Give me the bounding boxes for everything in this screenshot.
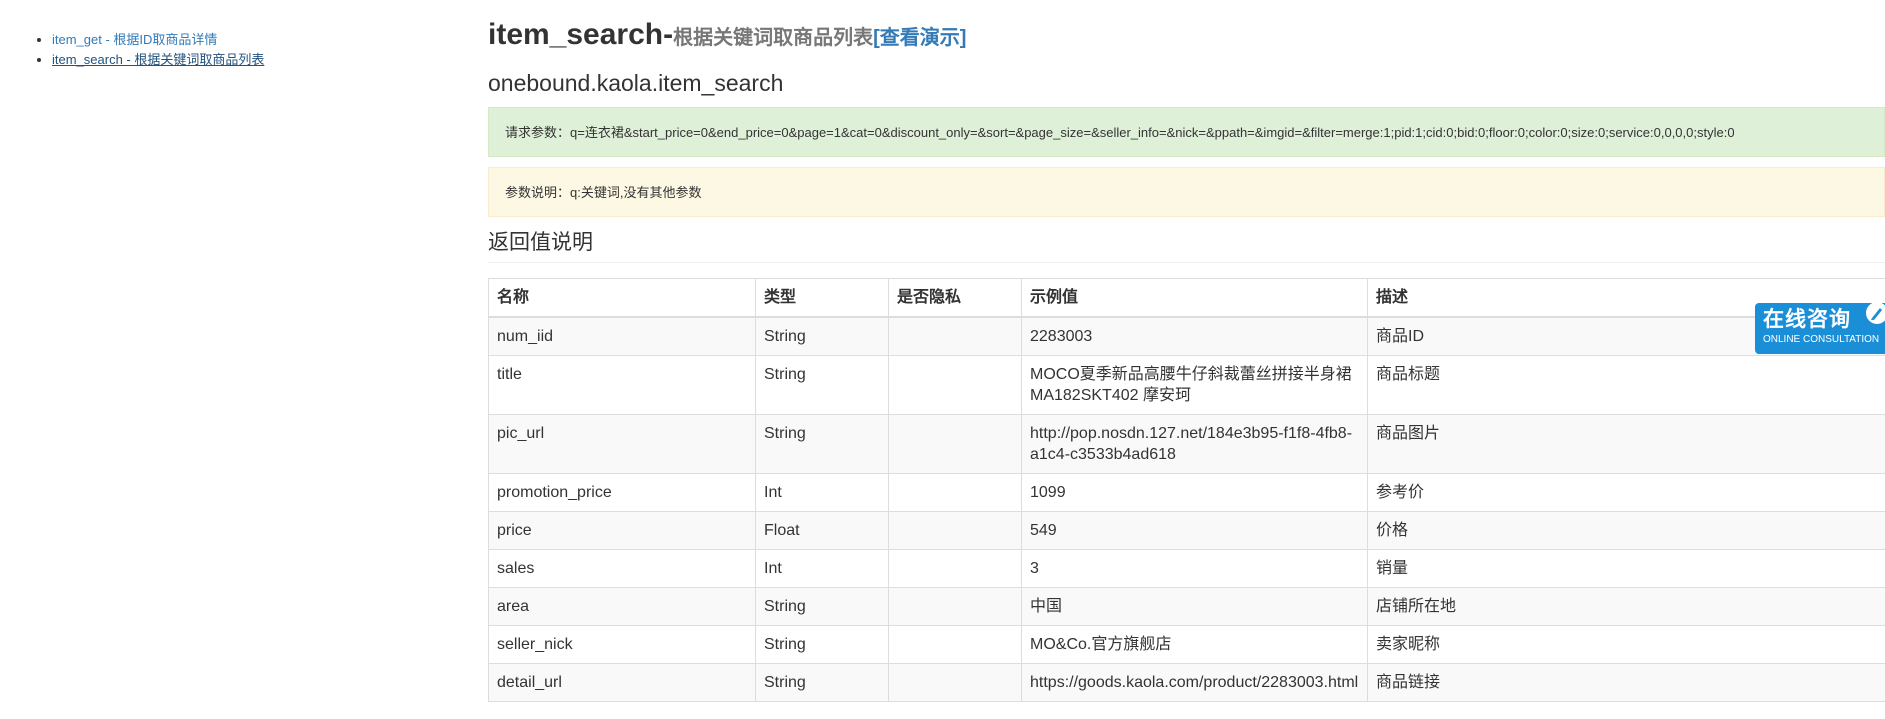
page-title: item_search-根据关键词取商品列表[查看演示] bbox=[488, 15, 966, 52]
cell-description: 商品链接 bbox=[1367, 663, 1885, 702]
cell-example: MO&Co.官方旗舰店 bbox=[1021, 625, 1368, 664]
param-notes-text: 参数说明：q:关键词,没有其他参数 bbox=[505, 185, 702, 200]
cell-name: detail_url bbox=[488, 663, 756, 702]
param-notes-box: 参数说明：q:关键词,没有其他参数 bbox=[488, 167, 1885, 217]
cell-private bbox=[888, 587, 1022, 626]
cell-name: seller_nick bbox=[488, 625, 756, 664]
cell-name: area bbox=[488, 587, 756, 626]
table-row: title String MOCO夏季新品高腰牛仔斜裁蕾丝拼接半身裙MA182S… bbox=[488, 355, 1885, 415]
cell-example: 3 bbox=[1021, 549, 1368, 588]
sidebar-item-item-get: item_get - 根据ID取商品详情 bbox=[52, 30, 454, 50]
cell-type: String bbox=[755, 587, 889, 626]
cell-description: 价格 bbox=[1367, 511, 1885, 550]
cell-description: 商品标题 bbox=[1367, 355, 1885, 415]
table-header-type: 类型 bbox=[755, 278, 889, 318]
table-row: detail_url String https://goods.kaola.co… bbox=[488, 663, 1885, 702]
sidebar-link-item-get[interactable]: item_get - 根据ID取商品详情 bbox=[52, 32, 217, 47]
cell-type: String bbox=[755, 316, 889, 356]
sidebar-list: item_get - 根据ID取商品详情 item_search - 根据关键词… bbox=[34, 30, 454, 70]
section-title-return-values: 返回值说明 bbox=[488, 226, 1885, 263]
cell-example: 549 bbox=[1021, 511, 1368, 550]
cell-private bbox=[888, 355, 1022, 415]
cell-private bbox=[888, 414, 1022, 474]
request-params-text: 请求参数：q=连衣裙&start_price=0&end_price=0&pag… bbox=[505, 125, 1735, 140]
cell-example: MOCO夏季新品高腰牛仔斜裁蕾丝拼接半身裙MA182SKT402 摩安珂 bbox=[1021, 355, 1368, 415]
cell-type: Int bbox=[755, 549, 889, 588]
cell-example: http://pop.nosdn.127.net/184e3b95-f1f8-4… bbox=[1021, 414, 1368, 474]
cell-example: 2283003 bbox=[1021, 316, 1368, 356]
table-row: promotion_price Int 1099 参考价 bbox=[488, 473, 1885, 512]
table-row: pic_url String http://pop.nosdn.127.net/… bbox=[488, 414, 1885, 474]
view-demo-link[interactable]: [查看演示] bbox=[873, 27, 966, 49]
cell-type: Int bbox=[755, 473, 889, 512]
cell-name: num_iid bbox=[488, 316, 756, 356]
sidebar-link-item-search[interactable]: item_search - 根据关键词取商品列表 bbox=[52, 52, 264, 67]
pen-icon bbox=[1866, 303, 1885, 324]
table-head: 名称 类型 是否隐私 示例值 描述 bbox=[488, 278, 1885, 318]
cell-name: promotion_price bbox=[488, 473, 756, 512]
table-row: price Float 549 价格 bbox=[488, 511, 1885, 550]
cell-example: 1099 bbox=[1021, 473, 1368, 512]
cell-type: String bbox=[755, 663, 889, 702]
cell-description: 店铺所在地 bbox=[1367, 587, 1885, 626]
table-row: num_iid String 2283003 商品ID bbox=[488, 316, 1885, 356]
table-header-row: 名称 类型 是否隐私 示例值 描述 bbox=[488, 278, 1885, 318]
cell-name: pic_url bbox=[488, 414, 756, 474]
sidebar-nav: item_get - 根据ID取商品详情 item_search - 根据关键词… bbox=[34, 30, 454, 70]
cell-private bbox=[888, 663, 1022, 702]
cell-private bbox=[888, 511, 1022, 550]
table-row: sales Int 3 销量 bbox=[488, 549, 1885, 588]
table-header-example: 示例值 bbox=[1021, 278, 1368, 318]
cell-description: 商品图片 bbox=[1367, 414, 1885, 474]
page-title-method: item_search- bbox=[488, 18, 674, 51]
cell-example: https://goods.kaola.com/product/2283003.… bbox=[1021, 663, 1368, 702]
table-row: seller_nick String MO&Co.官方旗舰店 卖家昵称 bbox=[488, 625, 1885, 664]
table-header-name: 名称 bbox=[488, 278, 756, 318]
cell-private bbox=[888, 549, 1022, 588]
cell-type: String bbox=[755, 355, 889, 415]
page-title-description: 根据关键词取商品列表 bbox=[673, 27, 874, 49]
cell-description: 销量 bbox=[1367, 549, 1885, 588]
consult-subtitle: ONLINE CONSULTATION bbox=[1763, 334, 1880, 345]
cell-type: Float bbox=[755, 511, 889, 550]
online-consultation-button[interactable]: 在线咨询 ONLINE CONSULTATION bbox=[1755, 303, 1885, 354]
cell-type: String bbox=[755, 625, 889, 664]
cell-name: sales bbox=[488, 549, 756, 588]
cell-example: 中国 bbox=[1021, 587, 1368, 626]
table-header-private: 是否隐私 bbox=[888, 278, 1022, 318]
cell-name: price bbox=[488, 511, 756, 550]
return-values-table: 名称 类型 是否隐私 示例值 描述 num_iid String 2283003… bbox=[488, 278, 1885, 702]
cell-private bbox=[888, 473, 1022, 512]
cell-private bbox=[888, 625, 1022, 664]
table-body: num_iid String 2283003 商品ID title String… bbox=[488, 316, 1885, 702]
request-params-box: 请求参数：q=连衣裙&start_price=0&end_price=0&pag… bbox=[488, 107, 1885, 157]
table-row: area String 中国 店铺所在地 bbox=[488, 587, 1885, 626]
cell-private bbox=[888, 316, 1022, 356]
cell-name: title bbox=[488, 355, 756, 415]
cell-description: 参考价 bbox=[1367, 473, 1885, 512]
cell-type: String bbox=[755, 414, 889, 474]
sidebar-item-item-search: item_search - 根据关键词取商品列表 bbox=[52, 50, 454, 70]
cell-description: 卖家昵称 bbox=[1367, 625, 1885, 664]
api-name: onebound.kaola.item_search bbox=[488, 70, 784, 96]
